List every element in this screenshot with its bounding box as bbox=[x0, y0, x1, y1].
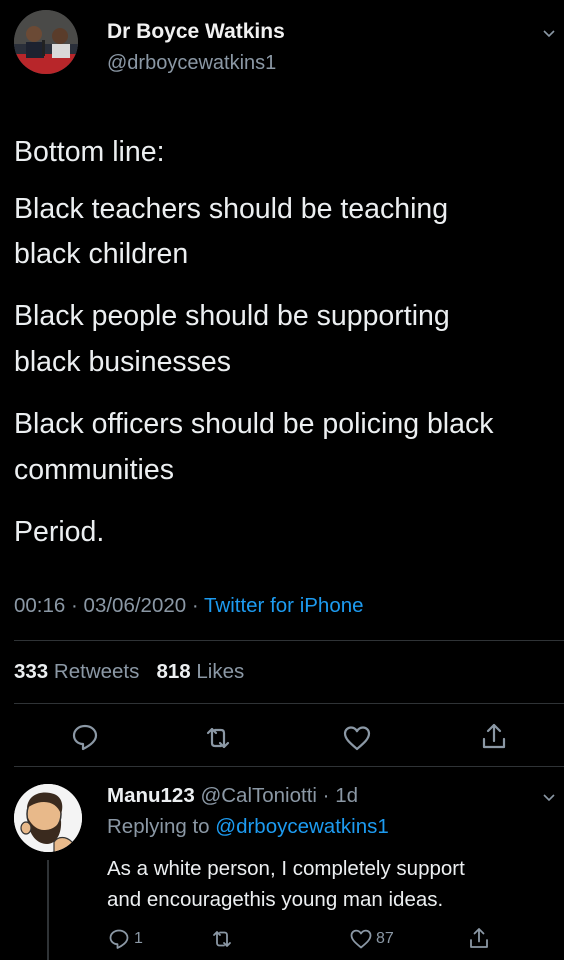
divider bbox=[14, 766, 564, 767]
tweet-text-line: Black teachers should be teaching bbox=[14, 193, 449, 225]
retweet-icon[interactable] bbox=[203, 723, 233, 753]
reply-text-line: As a white person, I completely support bbox=[107, 857, 465, 880]
tweet-source-link[interactable]: Twitter for iPhone bbox=[204, 594, 364, 617]
thread-line bbox=[47, 860, 49, 960]
reply-reply-count: 1 bbox=[134, 930, 143, 947]
tweet-time: 00:16 bbox=[14, 594, 66, 617]
reply-icon bbox=[109, 929, 129, 949]
tweet-timestamp: 00:16 · 03/06/2020 · Twitter for iPhone bbox=[14, 594, 364, 618]
tweet-text-line: Bottom line: bbox=[14, 136, 165, 168]
author-avatar[interactable] bbox=[14, 10, 78, 74]
tweet-text-line: Black officers should be policing black bbox=[14, 408, 494, 440]
reply-author-handle[interactable]: @CalToniotti bbox=[200, 784, 317, 807]
likes-count: 818 bbox=[156, 660, 191, 683]
retweets-count: 333 bbox=[14, 660, 49, 683]
reply-share-button[interactable] bbox=[467, 926, 491, 950]
author-handle[interactable]: @drboycewatkins1 bbox=[107, 52, 276, 75]
tweet-text-line: Period. bbox=[14, 516, 105, 548]
divider bbox=[14, 640, 564, 641]
reply-author-display-name[interactable]: Manu123 bbox=[107, 784, 195, 807]
reply-like-count: 87 bbox=[376, 930, 394, 947]
replying-to-handle[interactable]: @drboycewatkins1 bbox=[215, 815, 389, 838]
chevron-down-icon[interactable] bbox=[542, 26, 556, 40]
separator-dot: · bbox=[71, 594, 78, 617]
reply-author-avatar[interactable] bbox=[14, 784, 82, 852]
separator-dot: · bbox=[191, 594, 199, 617]
reply-header: Manu123 @CalToniotti · 1d bbox=[107, 784, 358, 808]
tweet-text-line: black businesses bbox=[14, 346, 232, 378]
separator-dot: · bbox=[322, 784, 330, 807]
share-icon bbox=[470, 928, 488, 948]
reply-age: 1d bbox=[335, 784, 359, 807]
reply-like-button[interactable]: 87 bbox=[349, 927, 394, 951]
tweet-text-line: communities bbox=[14, 454, 174, 486]
likes-label: Likes bbox=[196, 660, 245, 683]
tweet-text-line: black children bbox=[14, 238, 189, 270]
tweet-text-line: Black people should be supporting bbox=[14, 300, 450, 332]
author-display-name[interactable]: Dr Boyce Watkins bbox=[107, 20, 285, 44]
reply-retweet-button[interactable] bbox=[210, 927, 234, 951]
retweets-stat[interactable]: 333 Retweets bbox=[14, 660, 139, 683]
retweets-label: Retweets bbox=[53, 660, 140, 683]
reply-icon[interactable] bbox=[70, 722, 100, 752]
share-icon[interactable] bbox=[479, 721, 509, 751]
replying-to-prefix: Replying to bbox=[107, 815, 210, 838]
chevron-down-icon[interactable] bbox=[542, 790, 556, 804]
reply-text-line: and encouragethis young man ideas. bbox=[107, 888, 444, 911]
reply-reply-button[interactable]: 1 bbox=[107, 927, 143, 951]
likes-stat[interactable]: 818 Likes bbox=[156, 660, 244, 683]
divider bbox=[14, 703, 564, 704]
retweet-icon bbox=[213, 931, 231, 947]
tweet-date: 03/06/2020 bbox=[83, 594, 187, 617]
heart-icon[interactable] bbox=[342, 723, 372, 753]
replying-to: Replying to @drboycewatkins1 bbox=[107, 815, 389, 839]
tweet-stats: 333 Retweets 818 Likes bbox=[14, 660, 244, 684]
heart-icon bbox=[350, 929, 372, 949]
